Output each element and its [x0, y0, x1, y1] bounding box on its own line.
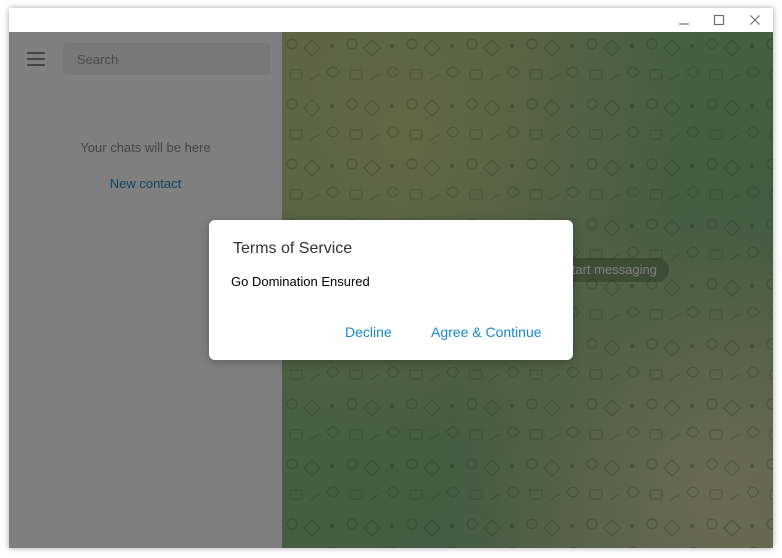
terms-of-service-dialog: Terms of Service Go Domination Ensured D… [209, 220, 573, 360]
main-content: Your chats will be here New contact [9, 32, 773, 548]
agree-continue-button[interactable]: Agree & Continue [429, 316, 544, 348]
maximize-icon[interactable] [702, 8, 736, 32]
close-icon[interactable] [738, 8, 772, 32]
minimize-icon[interactable] [667, 8, 701, 32]
title-bar [9, 8, 773, 32]
dialog-title: Terms of Service [233, 240, 353, 257]
dialog-text: Go Domination Ensured [231, 274, 370, 289]
app-window: Your chats will be here New contact [9, 8, 773, 548]
decline-button[interactable]: Decline [343, 316, 394, 348]
